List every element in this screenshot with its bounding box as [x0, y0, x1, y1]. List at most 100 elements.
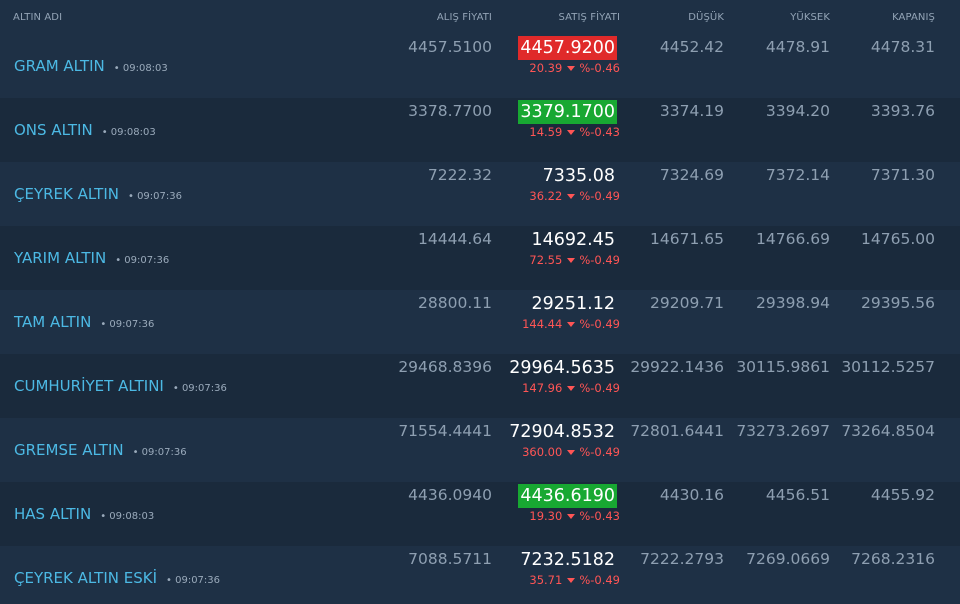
alis-price: 71554.4441: [398, 422, 492, 440]
change-value: 14.59: [529, 125, 563, 139]
caret-down-icon: [567, 129, 576, 135]
table-row[interactable]: YARIM ALTIN 09:07:36 14444.64 14692.45 72…: [0, 226, 960, 290]
yuksek-price: 7269.0669: [746, 550, 830, 568]
gold-name[interactable]: GREMSE ALTIN 09:07:36: [14, 441, 187, 459]
gold-name-text: GREMSE ALTIN: [14, 441, 124, 459]
dusuk-price: 3374.19: [659, 102, 724, 120]
caret-down-icon: [567, 513, 576, 519]
change-value: 35.71: [529, 573, 563, 587]
update-time: 09:07:36: [115, 255, 169, 266]
alis-price: 3378.7700: [408, 102, 492, 120]
gold-name-text: CUMHURİYET ALTINI: [14, 377, 164, 395]
change-value: 36.22: [529, 189, 563, 203]
table-row[interactable]: ÇEYREK ALTIN 09:07:36 7222.32 7335.08 36.…: [0, 162, 960, 226]
caret-down-icon: [567, 385, 576, 391]
header-yuksek[interactable]: YÜKSEK: [790, 12, 830, 23]
change-percent: %-0.46: [579, 61, 620, 75]
change-value: 20.39: [529, 61, 563, 75]
change-info: 144.44 %-0.49: [522, 317, 620, 331]
update-time: 09:07:36: [166, 575, 220, 586]
caret-down-icon: [567, 65, 576, 71]
dusuk-price: 4452.42: [659, 38, 724, 56]
gold-name-text: ÇEYREK ALTIN ESKİ: [14, 569, 158, 587]
dusuk-price: 7324.69: [659, 166, 724, 184]
update-time: 09:08:03: [102, 127, 156, 138]
change-info: 20.39 %-0.46: [529, 61, 620, 75]
gold-name-text: YARIM ALTIN: [14, 249, 107, 267]
change-info: 147.96 %-0.49: [522, 381, 620, 395]
caret-down-icon: [567, 449, 576, 455]
yuksek-price: 30115.9861: [736, 358, 830, 376]
table-row[interactable]: GRAM ALTIN 09:08:03 4457.5100 4457.9200 2…: [0, 34, 960, 98]
alis-price: 7088.5711: [408, 550, 492, 568]
kapanis-price: 3393.76: [870, 102, 935, 120]
table-row[interactable]: CUMHURİYET ALTINI 09:07:36 29468.8396 299…: [0, 354, 960, 418]
gold-name-text: ONS ALTIN: [14, 121, 93, 139]
yuksek-price: 29398.94: [756, 294, 830, 312]
dusuk-price: 14671.65: [650, 230, 724, 248]
gold-name[interactable]: TAM ALTIN 09:07:36: [14, 313, 154, 331]
yuksek-price: 4478.91: [765, 38, 830, 56]
yuksek-price: 73273.2697: [736, 422, 830, 440]
table-row[interactable]: ÇEYREK ALTIN ESKİ 09:07:36 7088.5711 7232…: [0, 546, 960, 604]
dusuk-price: 7222.2793: [640, 550, 724, 568]
yuksek-price: 14766.69: [756, 230, 830, 248]
change-info: 35.71 %-0.49: [529, 573, 620, 587]
change-value: 72.55: [529, 253, 563, 267]
caret-down-icon: [567, 577, 576, 583]
yuksek-price: 3394.20: [765, 102, 830, 120]
table-row[interactable]: TAM ALTIN 09:07:36 28800.11 29251.12 144.…: [0, 290, 960, 354]
dusuk-price: 29209.71: [650, 294, 724, 312]
table-row[interactable]: GREMSE ALTIN 09:07:36 71554.4441 72904.85…: [0, 418, 960, 482]
update-time: 09:08:03: [114, 63, 168, 74]
change-percent: %-0.43: [579, 125, 620, 139]
header-alis[interactable]: ALIŞ FİYATI: [437, 12, 492, 23]
satis-price: 29964.5635: [509, 358, 615, 378]
gold-name[interactable]: YARIM ALTIN 09:07:36: [14, 249, 169, 267]
satis-price: 7335.08: [542, 166, 615, 186]
header-kapanis[interactable]: KAPANIŞ: [892, 12, 935, 23]
gold-name[interactable]: CUMHURİYET ALTINI 09:07:36: [14, 377, 227, 395]
caret-down-icon: [567, 257, 576, 263]
header-satis[interactable]: SATIŞ FİYATI: [558, 12, 620, 23]
gold-name-text: ÇEYREK ALTIN: [14, 185, 119, 203]
change-percent: %-0.49: [579, 317, 620, 331]
satis-price: 29251.12: [531, 294, 615, 314]
update-time: 09:07:36: [173, 383, 227, 394]
change-percent: %-0.49: [579, 381, 620, 395]
header-dusuk[interactable]: DÜŞÜK: [688, 12, 724, 23]
change-info: 72.55 %-0.49: [529, 253, 620, 267]
dusuk-price: 4430.16: [659, 486, 724, 504]
change-percent: %-0.49: [579, 445, 620, 459]
alis-price: 14444.64: [418, 230, 492, 248]
table-row[interactable]: HAS ALTIN 09:08:03 4436.0940 4436.6190 19…: [0, 482, 960, 546]
dusuk-price: 72801.6441: [630, 422, 724, 440]
gold-name-text: HAS ALTIN: [14, 505, 92, 523]
update-time: 09:08:03: [100, 511, 154, 522]
change-percent: %-0.49: [579, 189, 620, 203]
table-row[interactable]: ONS ALTIN 09:08:03 3378.7700 3379.1700 14…: [0, 98, 960, 162]
table-header: ALTIN ADI ALIŞ FİYATI SATIŞ FİYATI DÜŞÜK…: [0, 0, 960, 34]
change-value: 144.44: [522, 317, 563, 331]
kapanis-price: 4455.92: [870, 486, 935, 504]
gold-name[interactable]: GRAM ALTIN 09:08:03: [14, 57, 168, 75]
alis-price: 4457.5100: [408, 38, 492, 56]
gold-name-text: TAM ALTIN: [14, 313, 92, 331]
gold-name[interactable]: ÇEYREK ALTIN ESKİ 09:07:36: [14, 569, 220, 587]
change-info: 19.30 %-0.43: [529, 509, 620, 523]
gold-name[interactable]: ONS ALTIN 09:08:03: [14, 121, 156, 139]
kapanis-price: 30112.5257: [841, 358, 935, 376]
change-info: 36.22 %-0.49: [529, 189, 620, 203]
update-time: 09:07:36: [128, 191, 182, 202]
alis-price: 4436.0940: [408, 486, 492, 504]
change-value: 147.96: [522, 381, 563, 395]
satis-price: 4457.9200: [518, 36, 617, 60]
header-name[interactable]: ALTIN ADI: [13, 12, 62, 23]
change-value: 19.30: [529, 509, 563, 523]
alis-price: 29468.8396: [398, 358, 492, 376]
gold-name[interactable]: ÇEYREK ALTIN 09:07:36: [14, 185, 182, 203]
kapanis-price: 4478.31: [870, 38, 935, 56]
gold-name[interactable]: HAS ALTIN 09:08:03: [14, 505, 154, 523]
satis-price: 4436.6190: [518, 484, 617, 508]
dusuk-price: 29922.1436: [630, 358, 724, 376]
